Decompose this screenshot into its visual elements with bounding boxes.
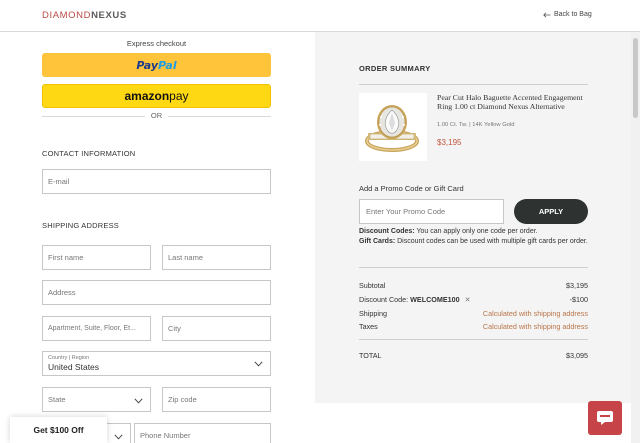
- phone-field[interactable]: Phone Number: [134, 423, 271, 443]
- scrollbar[interactable]: [631, 32, 640, 443]
- chevron-down-icon: [254, 361, 263, 367]
- discount-note-title: Discount Codes:: [359, 228, 415, 235]
- product-price: $3,195: [437, 138, 462, 147]
- zip-placeholder: Zip code: [168, 395, 197, 404]
- total-label: TOTAL: [359, 351, 382, 360]
- remove-discount-icon[interactable]: ✕: [465, 296, 471, 304]
- order-summary-title: ORDER SUMMARY: [359, 64, 431, 73]
- discount-label: Discount Code:: [359, 295, 411, 304]
- address-placeholder: Address: [48, 288, 76, 297]
- subtotal-row: Subtotal $3,195: [359, 281, 588, 291]
- promo-label: Add a Promo Code or Gift Card: [359, 184, 464, 193]
- subtotal-label: Subtotal: [359, 281, 386, 290]
- top-bar: DIAMONDNEXUS Back to Bag: [0, 0, 640, 32]
- country-select[interactable]: Country | Region United States: [42, 351, 271, 376]
- discount-row: Discount Code: WELCOME100 ✕ -$100: [359, 295, 588, 305]
- last-name-field[interactable]: Last name: [162, 245, 271, 270]
- country-label: Country | Region: [48, 355, 90, 361]
- country-value: United States: [48, 362, 100, 372]
- divider: [359, 267, 588, 268]
- email-field[interactable]: E-mail: [42, 169, 271, 194]
- paypal-button[interactable]: PayPal: [42, 53, 271, 77]
- or-label: OR: [150, 111, 163, 120]
- amazon-pay-logo: amazon pay: [124, 89, 188, 103]
- express-checkout-title: Express checkout: [126, 39, 187, 48]
- get-offer-button[interactable]: Get $100 Off: [10, 417, 107, 443]
- apartment-placeholder: Apartment, Suite, Floor, Et...: [48, 325, 136, 332]
- first-name-field[interactable]: First name: [42, 245, 151, 270]
- product-name[interactable]: Pear Cut Halo Baguette Accented Engageme…: [437, 93, 587, 112]
- taxes-row: Taxes Calculated with shipping address: [359, 322, 588, 332]
- paypal-logo: PayPal: [136, 59, 176, 72]
- total-row: TOTAL $3,095: [359, 351, 588, 361]
- paypal-logo-pal: Pal: [158, 58, 177, 72]
- apartment-field[interactable]: Apartment, Suite, Floor, Et...: [42, 316, 151, 341]
- amazon-pay-text: pay: [169, 89, 189, 103]
- shipping-heading: SHIPPING ADDRESS: [42, 221, 119, 230]
- email-placeholder: E-mail: [48, 177, 70, 186]
- shipping-row: Shipping Calculated with shipping addres…: [359, 309, 588, 319]
- chat-button[interactable]: [588, 401, 622, 435]
- divider: [359, 84, 588, 85]
- promo-code-input[interactable]: Enter Your Promo Code: [359, 199, 504, 224]
- product-thumbnail: [359, 93, 427, 161]
- brand-logo-part1: DIAMOND: [42, 10, 92, 21]
- last-name-placeholder: Last name: [168, 253, 204, 262]
- phone-placeholder: Phone Number: [140, 431, 191, 440]
- amazon-logo-text: amazon: [124, 89, 170, 103]
- chevron-down-icon: [114, 434, 123, 440]
- discount-note: Discount Codes: You can apply only one c…: [359, 228, 589, 236]
- back-to-bag-label: Back to Bag: [554, 11, 592, 18]
- city-placeholder: City: [168, 324, 181, 333]
- brand-logo-part2: NEXUS: [91, 10, 127, 21]
- paypal-logo-pay: Pay: [136, 58, 159, 72]
- chat-icon: [597, 411, 613, 425]
- gift-card-note-text: Discount codes can be used with multiple…: [395, 238, 588, 245]
- first-name-placeholder: First name: [48, 253, 84, 262]
- taxes-value: Calculated with shipping address: [482, 322, 588, 331]
- gift-card-note: Gift Cards: Discount codes can be used w…: [359, 238, 589, 246]
- amazon-pay-button[interactable]: amazon pay: [42, 84, 271, 108]
- subtotal-value: $3,195: [566, 281, 588, 290]
- promo-placeholder: Enter Your Promo Code: [366, 207, 446, 216]
- apply-button[interactable]: APPLY: [514, 199, 588, 224]
- state-placeholder: State: [48, 395, 66, 404]
- shipping-value: Calculated with shipping address: [482, 309, 588, 318]
- divider: [359, 339, 588, 340]
- ring-image: [359, 93, 427, 161]
- address-field[interactable]: Address: [42, 280, 271, 305]
- taxes-label: Taxes: [359, 322, 378, 331]
- discount-note-text: You can apply only one code per order.: [414, 228, 538, 235]
- gift-card-note-title: Gift Cards:: [359, 238, 396, 245]
- shipping-label: Shipping: [359, 309, 387, 318]
- state-select[interactable]: State: [42, 387, 151, 412]
- arrow-left-icon: [543, 12, 551, 17]
- brand-logo[interactable]: DIAMONDNEXUS: [42, 10, 127, 21]
- or-divider: OR: [42, 111, 271, 121]
- city-field[interactable]: City: [162, 316, 271, 341]
- discount-code: WELCOME100: [410, 295, 460, 304]
- zip-field[interactable]: Zip code: [162, 387, 271, 412]
- discount-value: -$100: [569, 295, 588, 304]
- total-value: $3,095: [566, 351, 588, 360]
- contact-heading: CONTACT INFORMATION: [42, 149, 136, 158]
- scrollbar-thumb[interactable]: [633, 38, 638, 118]
- product-spec: 1.00 Ct. Tw. | 14K Yellow Gold: [437, 122, 515, 128]
- back-to-bag-link[interactable]: Back to Bag: [543, 11, 592, 18]
- chevron-down-icon: [134, 398, 143, 404]
